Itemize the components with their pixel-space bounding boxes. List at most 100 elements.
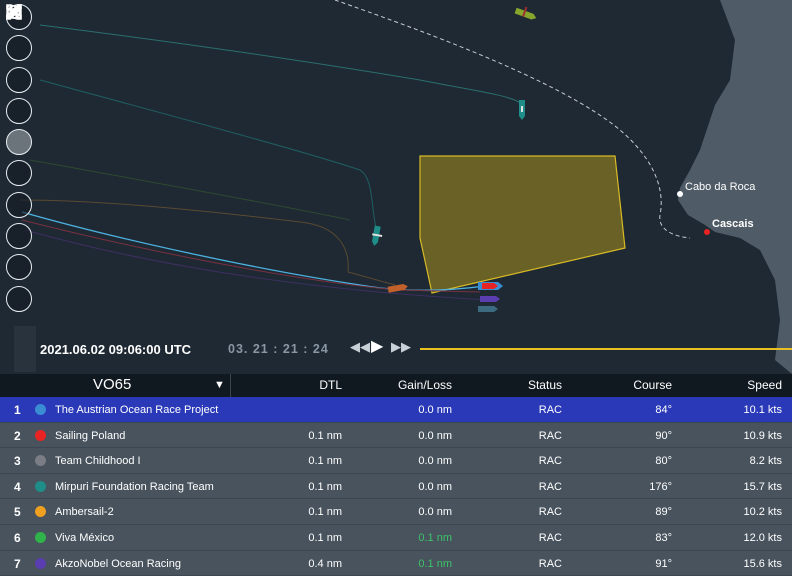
team-color-dot xyxy=(35,404,46,415)
class-select[interactable]: VO65 ▼ xyxy=(0,374,231,397)
team-color-dot xyxy=(35,480,46,492)
team-color-dot xyxy=(35,429,46,441)
table-row[interactable]: 1 The Austrian Ocean Race Project 0.0 nm RA… xyxy=(0,397,792,423)
team-name: Viva México xyxy=(55,531,115,544)
header-status[interactable]: Status xyxy=(528,378,562,392)
rank: 5 xyxy=(14,505,21,520)
exclusion-zone xyxy=(419,155,626,294)
boat-grey xyxy=(478,306,498,312)
timeline-track[interactable] xyxy=(420,348,792,350)
playback-panel-tab[interactable] xyxy=(14,326,36,372)
rewind-icon[interactable]: ◀◀ xyxy=(350,339,370,355)
header-dtl[interactable]: DTL xyxy=(319,378,342,392)
header-gain[interactable]: Gain/Loss xyxy=(398,378,452,392)
team-name: AkzoNobel Ocean Racing xyxy=(55,557,181,570)
grid-icon[interactable] xyxy=(6,5,32,250)
pencil-icon[interactable] xyxy=(6,6,32,124)
chevron-down-icon: ▼ xyxy=(214,379,225,391)
track-teal-1 xyxy=(39,24,521,104)
fast-forward-icon[interactable]: ▶▶ xyxy=(391,339,411,355)
play-icon[interactable]: ▶ xyxy=(371,336,383,356)
speed-value: 12.0 kts xyxy=(743,531,782,544)
playback-datetime: 2021.06.02 09:06:00 UTC xyxy=(40,342,192,357)
boat-green xyxy=(514,6,537,20)
status-value: RAC xyxy=(538,506,562,519)
status-value: RAC xyxy=(538,455,562,468)
playback-bar: 2021.06.02 09:06:00 UTC 03. 21 : 21 : 24… xyxy=(0,326,792,372)
boat-teal-north xyxy=(519,100,525,120)
status-value: RAC xyxy=(538,480,562,493)
team-color-dot xyxy=(35,531,46,543)
cascais-marker xyxy=(704,229,710,235)
race-map[interactable]: Cabo da Roca Cascais 2021.06.02 09:06:00… xyxy=(0,0,792,374)
route-icon[interactable] xyxy=(6,5,32,156)
table-row[interactable]: 7 AkzoNobel Ocean Racing 0.4 nm 0.1 nm RAC 91… xyxy=(0,551,792,576)
course-value: 83° xyxy=(655,531,672,544)
map-toolbar xyxy=(6,4,34,317)
speed-value: 8.2 kts xyxy=(749,455,782,468)
compass-icon[interactable] xyxy=(6,5,32,187)
gain-loss-value: 0.0 nm xyxy=(418,506,452,519)
team-name: Mirpuri Foundation Racing Team xyxy=(55,480,214,493)
header-course[interactable]: Course xyxy=(633,378,672,392)
table-row[interactable]: 3 Team Childhood I 0.1 nm 0.0 nm RAC 80° 8.2 k… xyxy=(0,448,792,474)
status-value: RAC xyxy=(538,404,562,416)
table-row[interactable]: 5 Ambersail-2 0.1 nm 0.0 nm RAC 89° 10.2 kts xyxy=(0,499,792,525)
boat-purple xyxy=(480,296,500,302)
rank: 3 xyxy=(14,454,21,469)
course-value: 90° xyxy=(655,429,672,442)
status-value: RAC xyxy=(538,531,562,544)
team-name: Team Childhood I xyxy=(55,455,141,468)
course-value: 84° xyxy=(655,404,672,416)
track-teal-2 xyxy=(39,79,379,237)
cabo-da-roca-marker xyxy=(677,191,683,197)
team-color-dot xyxy=(35,557,46,569)
map-canvas xyxy=(19,0,792,374)
rank: 4 xyxy=(14,479,21,494)
table-row[interactable]: 2 Sailing Poland 0.1 nm 0.0 nm RAC 90° 10.9 kt… xyxy=(0,423,792,449)
team-color-dot xyxy=(35,506,46,518)
place-cascais: Cascais xyxy=(712,218,754,230)
leaderboard: VO65 ▼ DTL Gain/Loss Status Course Speed… xyxy=(0,374,792,576)
gain-loss-value: 0.0 nm xyxy=(418,480,452,493)
course-value: 91° xyxy=(655,557,672,570)
speed-value: 10.9 kts xyxy=(743,429,782,442)
course-value: 80° xyxy=(655,455,672,468)
speed-value: 15.7 kts xyxy=(743,480,782,493)
race-countdown: 03. 21 : 21 : 24 xyxy=(228,342,329,356)
track-lightblue xyxy=(21,211,486,292)
boat-orange xyxy=(387,284,408,293)
rank: 2 xyxy=(14,428,21,443)
speed-value: 10.1 kts xyxy=(743,404,782,416)
dtl-value: 0.1 nm xyxy=(308,531,342,544)
course-value: 89° xyxy=(655,506,672,519)
status-value: RAC xyxy=(538,557,562,570)
layers-icon[interactable] xyxy=(6,5,32,93)
dtl-value: 0.1 nm xyxy=(308,455,342,468)
track-orange xyxy=(19,199,396,286)
dtl-value: 0.1 nm xyxy=(308,429,342,442)
speed-value: 15.6 kts xyxy=(743,557,782,570)
class-select-label: VO65 xyxy=(93,376,132,393)
table-row[interactable]: 6 Viva México 0.1 nm 0.1 nm RAC 83° 12.0 kts xyxy=(0,525,792,551)
chart-icon[interactable] xyxy=(6,6,32,312)
gain-loss-value: 0.1 nm xyxy=(418,531,452,544)
wind-icon[interactable] xyxy=(6,5,32,218)
boat-lead xyxy=(478,282,503,290)
status-value: RAC xyxy=(538,429,562,442)
speed-value: 10.2 kts xyxy=(743,506,782,519)
table-row[interactable]: 4 Mirpuri Foundation Racing Team 0.1 nm 0.0… xyxy=(0,474,792,500)
team-color-dot xyxy=(35,455,46,467)
gain-loss-value: 0.0 nm xyxy=(418,455,452,468)
map-icon[interactable] xyxy=(6,4,32,62)
track-green xyxy=(29,159,351,221)
leaderboard-header: VO65 ▼ DTL Gain/Loss Status Course Speed xyxy=(0,374,792,397)
header-speed[interactable]: Speed xyxy=(747,378,782,392)
team-name: Ambersail-2 xyxy=(55,506,114,519)
dtl-value: 0.1 nm xyxy=(308,506,342,519)
ruler-icon[interactable] xyxy=(6,8,32,281)
gain-loss-value: 0.1 nm xyxy=(418,557,452,570)
leaderboard-rows: 1 The Austrian Ocean Race Project 0.0 nm RA… xyxy=(0,397,792,576)
team-name: Sailing Poland xyxy=(55,429,126,442)
dtl-value: 0.1 nm xyxy=(308,480,342,493)
